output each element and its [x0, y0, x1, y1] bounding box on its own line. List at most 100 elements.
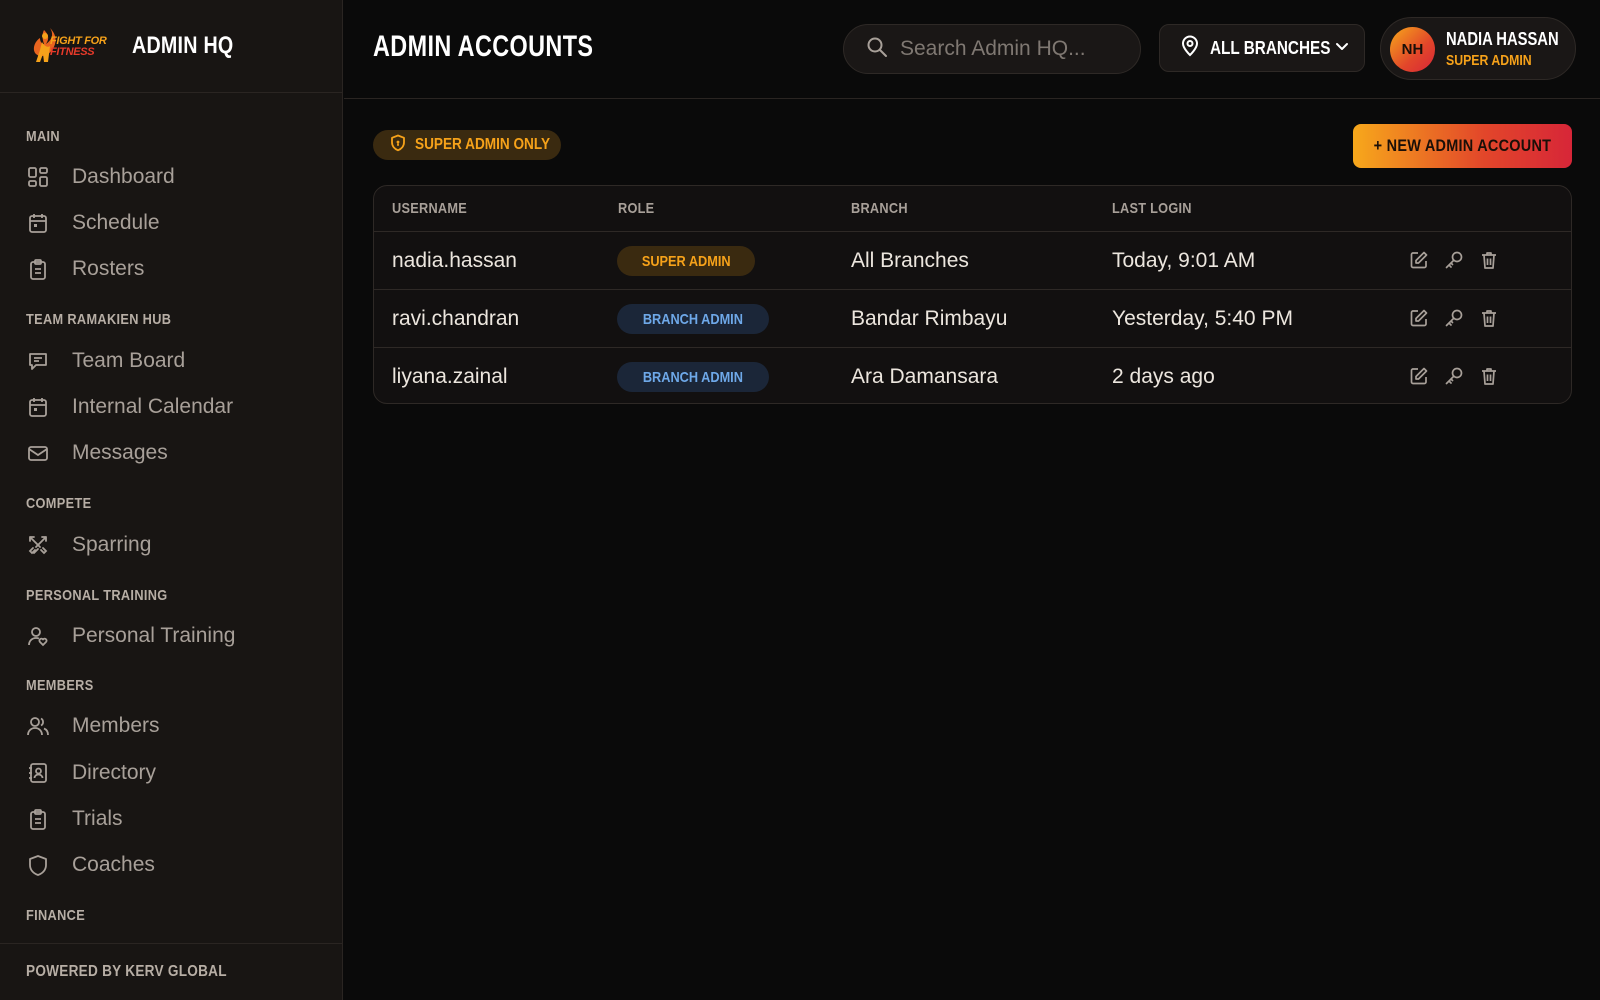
sidebar-item-messages[interactable]: Messages: [26, 438, 168, 468]
section-label-members: MEMBERS: [26, 677, 94, 694]
user-heart-icon: [26, 624, 50, 648]
column-header-username[interactable]: USERNAME: [392, 200, 467, 217]
new-admin-account-label: + NEW ADMIN ACCOUNT: [1373, 136, 1552, 155]
last-login-cell: Yesterday, 5:40 PM: [1112, 307, 1293, 330]
sidebar-item-label: Sparring: [72, 533, 152, 556]
username-cell: ravi.chandran: [392, 307, 520, 330]
mail-icon: [26, 441, 50, 465]
chevron-down-icon: [1334, 38, 1350, 59]
brand: FIGHT FOR FITNESS ADMIN HQ: [0, 0, 342, 93]
new-admin-account-button[interactable]: + NEW ADMIN ACCOUNT: [1353, 124, 1572, 168]
branch-filter-select[interactable]: ALL BRANCHES: [1159, 24, 1365, 72]
edit-icon[interactable]: [1409, 249, 1429, 271]
sidebar-item-personal-training[interactable]: Personal Training: [26, 621, 235, 651]
clipboard-icon: [26, 807, 50, 831]
branch-cell: All Branches: [851, 249, 969, 272]
sidebar-item-sparring[interactable]: Sparring: [26, 530, 151, 560]
top-header: ADMIN ACCOUNTS ALL BRANCHES NH NADIA HAS…: [344, 0, 1600, 99]
table-header: USERNAME ROLE BRANCH LAST LOGIN: [374, 186, 1571, 232]
sidebar-item-team-board[interactable]: Team Board: [26, 346, 185, 376]
sidebar-item-coaches[interactable]: Coaches: [26, 850, 155, 880]
brand-logo-text: FIGHT FOR FITNESS: [50, 36, 107, 58]
role-badge: BRANCH ADMIN: [617, 304, 769, 334]
edit-icon[interactable]: [1409, 307, 1429, 329]
key-icon[interactable]: [1444, 249, 1464, 271]
admin-accounts-table: USERNAME ROLE BRANCH LAST LOGIN nadia.ha…: [373, 185, 1572, 404]
trash-icon[interactable]: [1479, 365, 1499, 387]
role-badge: BRANCH ADMIN: [617, 362, 769, 392]
contact-book-icon: [26, 761, 50, 785]
sidebar-item-schedule[interactable]: Schedule: [26, 208, 160, 238]
role-badge-label: BRANCH ADMIN: [642, 368, 743, 386]
role-badge-label: BRANCH ADMIN: [642, 310, 743, 328]
key-icon[interactable]: [1444, 307, 1464, 329]
sidebar-item-label: Directory: [72, 761, 157, 784]
sidebar-item-label: Members: [72, 714, 160, 737]
brand-logo[interactable]: FIGHT FOR FITNESS: [28, 24, 114, 68]
branch-cell: Ara Damansara: [851, 365, 999, 388]
sidebar-item-label: Coaches: [72, 853, 155, 876]
user-name: NADIA HASSAN: [1446, 29, 1559, 49]
section-label-compete: COMPETE: [26, 495, 92, 512]
shield-icon: [26, 853, 50, 877]
table-row[interactable]: ravi.chandran BRANCH ADMIN Bandar Rimbay…: [374, 290, 1571, 348]
search-icon: [866, 36, 888, 63]
sidebar-item-label: Team Board: [72, 349, 186, 372]
sidebar-item-internal-calendar[interactable]: Internal Calendar: [26, 392, 233, 422]
brand-title: ADMIN HQ: [132, 32, 234, 59]
search-input[interactable]: [900, 37, 1130, 61]
sidebar-item-label: Personal Training: [72, 624, 236, 647]
edit-icon[interactable]: [1409, 365, 1429, 387]
dashboard-icon: [26, 165, 50, 189]
user-role: SUPER ADMIN: [1446, 52, 1532, 69]
avatar: NH: [1390, 27, 1435, 72]
sidebar-item-label: Rosters: [72, 257, 145, 280]
sidebar-item-dashboard[interactable]: Dashboard: [26, 162, 175, 192]
role-badge-label: SUPER ADMIN: [641, 252, 731, 270]
column-header-role[interactable]: ROLE: [618, 200, 654, 217]
page-title: ADMIN ACCOUNTS: [373, 30, 594, 63]
trash-icon[interactable]: [1479, 307, 1499, 329]
super-admin-only-label: SUPER ADMIN ONLY: [415, 136, 551, 153]
sidebar-item-label: Dashboard: [72, 165, 175, 188]
column-header-last-login[interactable]: LAST LOGIN: [1112, 200, 1192, 217]
key-icon[interactable]: [1444, 365, 1464, 387]
section-label-main: MAIN: [26, 128, 60, 145]
chat-icon: [26, 349, 50, 373]
users-icon: [26, 714, 50, 738]
last-login-cell: Today, 9:01 AM: [1112, 249, 1256, 272]
username-cell: liyana.zainal: [392, 365, 508, 388]
last-login-cell: 2 days ago: [1112, 365, 1215, 388]
sidebar-item-members[interactable]: Members: [26, 711, 160, 741]
user-profile-chip[interactable]: NH NADIA HASSAN SUPER ADMIN: [1380, 17, 1576, 80]
sidebar: FIGHT FOR FITNESS ADMIN HQ MAIN Dashboar…: [0, 0, 343, 1000]
sidebar-item-directory[interactable]: Directory: [26, 758, 156, 788]
table-row[interactable]: liyana.zainal BRANCH ADMIN Ara Damansara…: [374, 348, 1571, 403]
sidebar-item-label: Schedule: [72, 211, 160, 234]
calendar-icon: [26, 395, 50, 419]
row-actions: [1409, 249, 1499, 271]
column-header-branch[interactable]: BRANCH: [851, 200, 908, 217]
role-badge: SUPER ADMIN: [617, 246, 756, 276]
section-label-finance: FINANCE: [26, 907, 86, 924]
table-row[interactable]: nadia.hassan SUPER ADMIN All Branches To…: [374, 232, 1571, 290]
username-cell: nadia.hassan: [392, 249, 517, 272]
clipboard-icon: [26, 257, 50, 281]
shield-icon: [389, 134, 407, 157]
sidebar-item-label: Messages: [72, 441, 168, 464]
trash-icon[interactable]: [1479, 249, 1499, 271]
sidebar-item-trials[interactable]: Trials: [26, 804, 123, 834]
powered-by-text: POWERED BY KERV GLOBAL: [26, 963, 227, 980]
sidebar-item-label: Internal Calendar: [72, 395, 234, 418]
calendar-icon: [26, 211, 50, 235]
sidebar-item-label: Trials: [72, 807, 123, 830]
row-actions: [1409, 307, 1499, 329]
branch-filter-label: ALL BRANCHES: [1210, 37, 1331, 58]
sidebar-item-rosters[interactable]: Rosters: [26, 254, 144, 284]
search-box[interactable]: [843, 24, 1141, 74]
sidebar-footer: POWERED BY KERV GLOBAL: [0, 943, 343, 1000]
swords-icon: [26, 533, 50, 557]
location-pin-icon: [1180, 35, 1200, 62]
logo-line2: FITNESS: [50, 46, 95, 58]
super-admin-only-badge: SUPER ADMIN ONLY: [373, 130, 561, 160]
